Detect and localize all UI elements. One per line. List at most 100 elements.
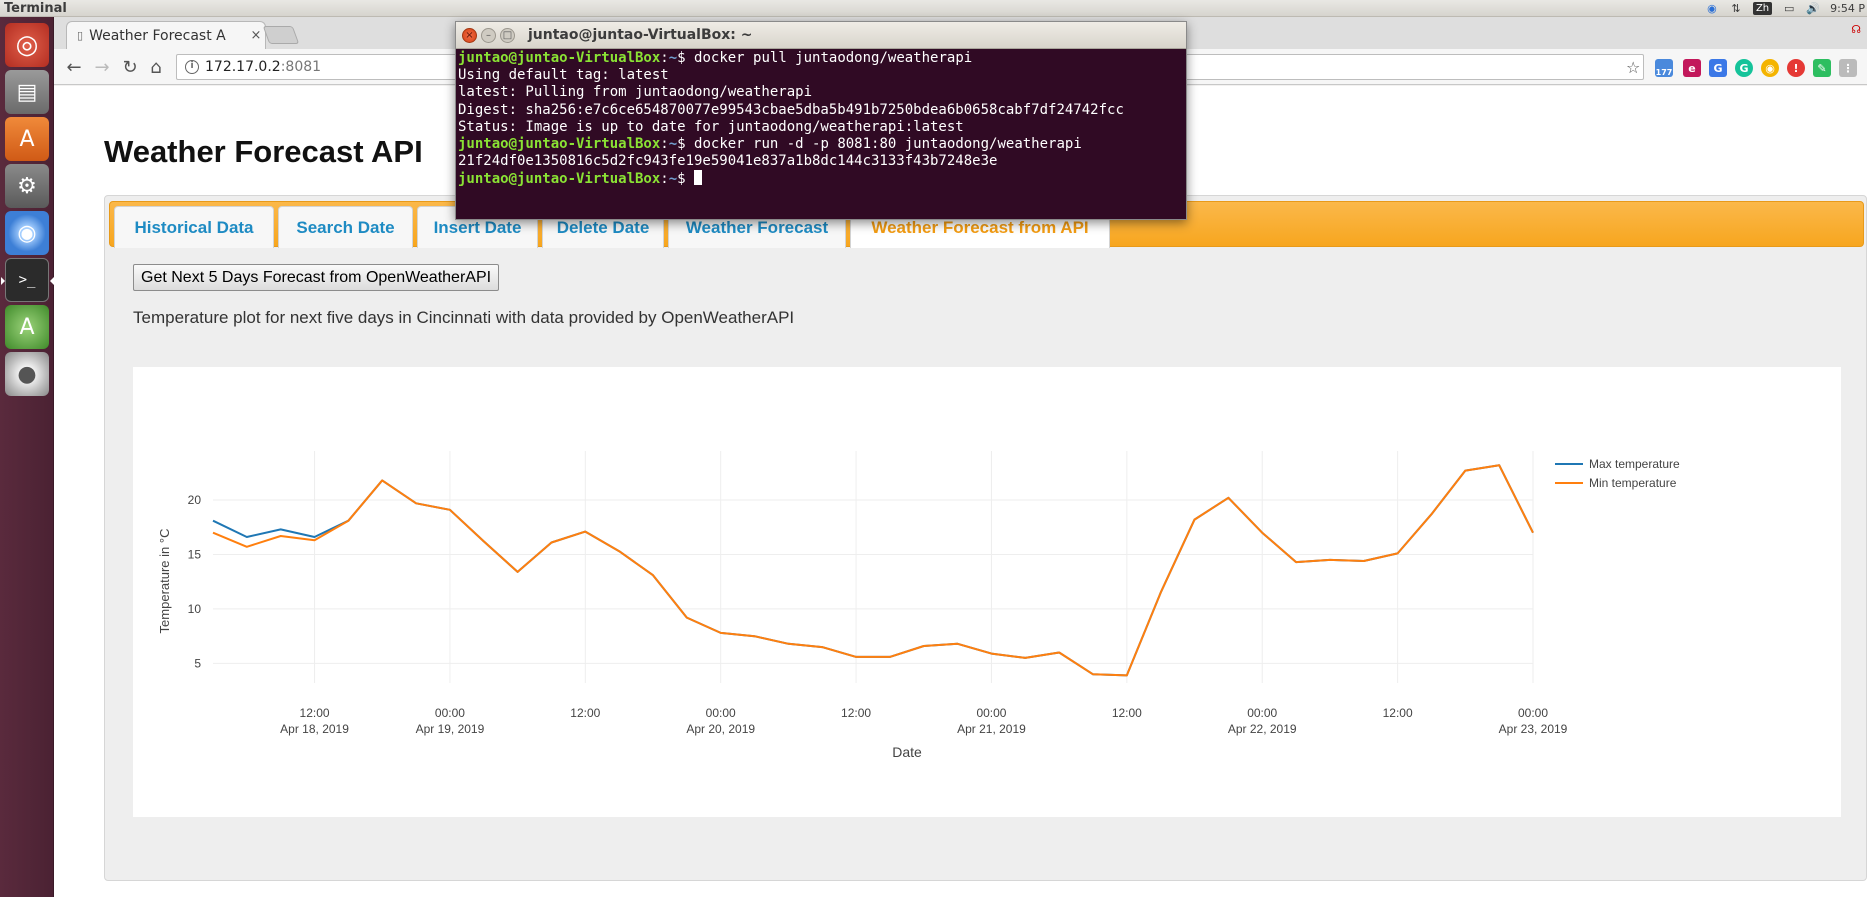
x-tick-label: 00:00 (976, 706, 1006, 720)
back-button[interactable]: ← (62, 55, 86, 79)
terminal-title: juntao@juntao-VirtualBox: ~ (528, 27, 753, 43)
minimize-window-icon[interactable]: – (481, 28, 496, 43)
terminal-output[interactable]: juntao@juntao-VirtualBox:~$ docker pull … (456, 49, 1186, 190)
close-tab-icon[interactable]: × (247, 28, 265, 43)
reload-button[interactable]: ↻ (118, 55, 142, 79)
min-temperature-line (212, 464, 1534, 677)
terminal-line: juntao@juntao-VirtualBox:~$ docker run -… (458, 136, 1184, 153)
top-panel: Terminal ◉ ⇅ Zh ▭ 🔊 9:54 P (0, 0, 1867, 17)
grammarly-icon[interactable]: G (1735, 59, 1753, 77)
terminal-cursor (694, 170, 703, 186)
software-center-icon[interactable]: A (5, 117, 49, 161)
translate-icon[interactable]: G (1709, 59, 1727, 77)
plot-description: Temperature plot for next five days in C… (133, 308, 795, 327)
temperature-plot: 5 10 15 20 12:00 Apr 18, 2019 00:00 Apr 19, 201… (133, 367, 1841, 817)
terminal-output-text: latest: Pulling from juntaodong/weathera… (458, 84, 813, 101)
dvd-icon[interactable]: ● (5, 352, 49, 396)
terminal-line: juntao@juntao-VirtualBox:~$ docker pull … (458, 50, 1184, 67)
close-window-icon[interactable]: × (462, 28, 477, 43)
volume-icon[interactable]: 🔊 (1806, 2, 1820, 16)
terminal-line: Digest: sha256:e7c6ce654870077e99543cbae… (458, 102, 1184, 119)
x-tick-date-label: Apr 19, 2019 (416, 722, 485, 736)
x-tick-label: 12:00 (1112, 706, 1142, 720)
chromium-icon[interactable]: ◉ (5, 211, 49, 255)
extension-chrome-icon[interactable]: ◉ (1761, 59, 1779, 77)
tab-historical-data[interactable]: Historical Data (114, 206, 274, 248)
y-tick-label: 20 (188, 493, 202, 507)
x-tick-date-label: Apr 23, 2019 (1499, 722, 1568, 736)
terminal-window: × – □ juntao@juntao-VirtualBox: ~ juntao… (455, 21, 1187, 220)
extension-e-icon[interactable]: e (1683, 59, 1701, 77)
forward-button[interactable]: → (90, 55, 114, 79)
x-tick-date-label: Apr 21, 2019 (957, 722, 1026, 736)
page-icon: ▯ (77, 29, 84, 42)
info-icon[interactable]: i (185, 60, 199, 74)
terminal-command: $ (677, 171, 695, 188)
x-tick-label: 00:00 (1247, 706, 1277, 720)
x-tick-label: 12:00 (1383, 706, 1413, 720)
url-host: 172.17.0.2 (205, 59, 281, 75)
terminal-prompt-user: juntao@juntao-VirtualBox (458, 50, 661, 66)
terminal-prompt-path: ~ (668, 171, 678, 188)
x-tick-date-label: Apr 22, 2019 (1228, 722, 1297, 736)
terminal-icon[interactable]: >_ (1, 258, 54, 302)
active-app-title: Terminal (4, 1, 67, 16)
temperature-chart: 5 10 15 20 12:00 Apr 18, 2019 00:00 Apr 19, 201… (157, 451, 1680, 760)
menu-icon[interactable]: ⋮ (1839, 59, 1857, 77)
browser-tab-title: Weather Forecast A (89, 27, 226, 44)
battery-icon[interactable]: ▭ (1782, 2, 1796, 16)
home-button[interactable]: ⌂ (144, 55, 168, 79)
new-tab-button[interactable] (262, 26, 300, 44)
maximize-window-icon[interactable]: □ (500, 28, 515, 43)
terminal-command: $ docker run -d -p 8081:80 juntaodong/we… (677, 136, 1082, 153)
terminal-output-text: Using default tag: latest (458, 67, 669, 84)
network-icon[interactable]: ⇅ (1729, 2, 1743, 16)
y-tick-label: 5 (194, 656, 201, 670)
x-tick-label: 12:00 (841, 706, 871, 720)
profile-icon[interactable]: ☊ (1851, 23, 1861, 36)
x-tick-label: 00:00 (1518, 706, 1548, 720)
terminal-command: $ docker pull juntaodong/weatherapi (677, 50, 973, 66)
terminal-line: Using default tag: latest (458, 67, 1184, 84)
terminal-title-bar[interactable]: × – □ juntao@juntao-VirtualBox: ~ (456, 22, 1186, 49)
y-tick-label: 15 (188, 547, 202, 561)
adblock-icon[interactable]: ! (1787, 59, 1805, 77)
legend-label: Min temperature (1589, 476, 1677, 490)
max-temperature-line (212, 464, 1534, 677)
x-tick-label: 00:00 (706, 706, 736, 720)
files-icon[interactable]: ▤ (5, 70, 49, 114)
software-updater-icon[interactable]: A (5, 305, 49, 349)
x-tick-label: 12:00 (570, 706, 600, 720)
terminal-line: latest: Pulling from juntaodong/weathera… (458, 84, 1184, 101)
terminal-prompt-sep: : (660, 50, 669, 66)
get-forecast-button[interactable]: Get Next 5 Days Forecast from OpenWeathe… (133, 264, 500, 291)
evernote-icon[interactable]: ✎ (1813, 59, 1831, 77)
y-axis-title: Temperature in °C (157, 529, 172, 634)
clock[interactable]: 9:54 P (1830, 2, 1865, 16)
tab-search-date[interactable]: Search Date (278, 206, 413, 248)
y-tick-label: 10 (188, 602, 202, 616)
terminal-prompt-user: juntao@juntao-VirtualBox (458, 171, 661, 188)
terminal-prompt-user: juntao@juntao-VirtualBox (458, 136, 661, 153)
ubuntu-home-icon[interactable]: ◎ (5, 23, 49, 67)
x-tick-label: 12:00 (300, 706, 330, 720)
terminal-line: Status: Image is up to date for juntaodo… (458, 119, 1184, 136)
terminal-line: juntao@juntao-VirtualBox:~$ (458, 170, 1184, 188)
system-settings-icon[interactable]: ⚙ (5, 164, 49, 208)
browser-tab[interactable]: ▯ Weather Forecast A × (66, 21, 266, 49)
terminal-prompt-sep: : (660, 171, 669, 188)
x-tick-label: 00:00 (435, 706, 465, 720)
system-tray: ◉ ⇅ Zh ▭ 🔊 9:54 P (1705, 0, 1867, 17)
tab-panel: Historical Data Search Date Insert Date … (104, 195, 1867, 881)
bookmark-star-icon[interactable]: ☆ (1626, 58, 1640, 77)
x-tick-date-label: Apr 18, 2019 (280, 722, 349, 736)
legend-label: Max temperature (1589, 457, 1680, 471)
input-method-indicator[interactable]: Zh (1752, 2, 1773, 15)
chromium-tray-icon[interactable]: ◉ (1705, 2, 1719, 16)
terminal-output-text: Status: Image is up to date for juntaodo… (458, 118, 964, 135)
terminal-prompt-path: ~ (668, 50, 678, 66)
extension-badge-icon[interactable]: 177 (1655, 59, 1673, 77)
terminal-line: 21f24df0e1350816c5d2fc943fe19e59041e837a… (458, 153, 1184, 170)
terminal-prompt-sep: : (660, 136, 669, 153)
terminal-output-text: 21f24df0e1350816c5d2fc943fe19e59041e837a… (458, 153, 998, 170)
